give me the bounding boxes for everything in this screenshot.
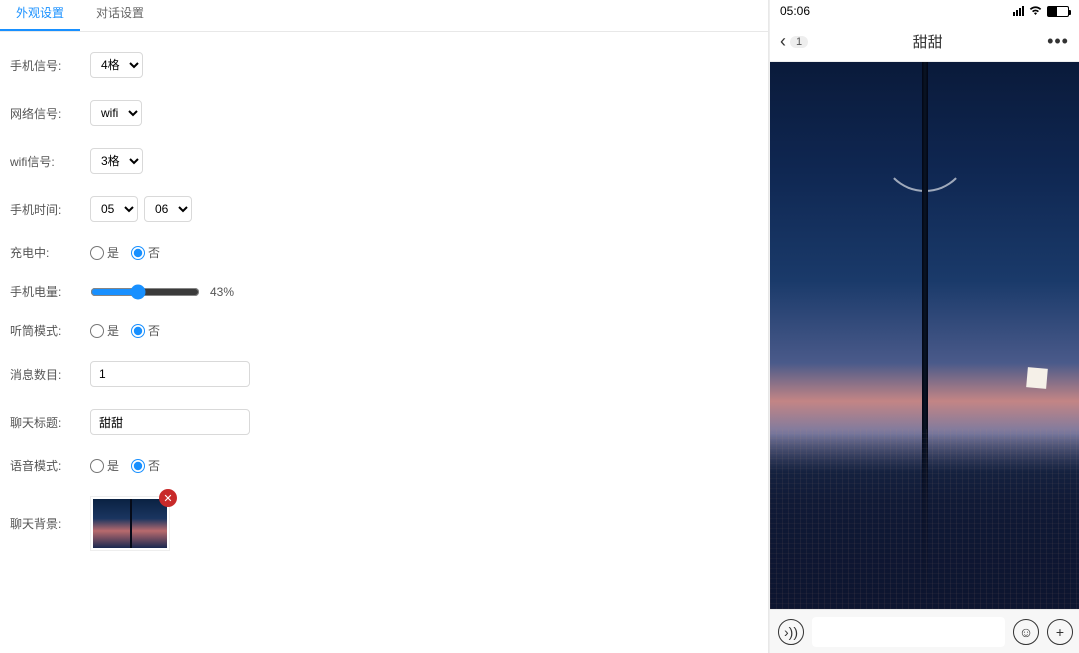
label-phone-signal: 手机信号: [10, 57, 90, 74]
radio-label-yes: 是 [107, 457, 119, 474]
label-phone-time: 手机时间: [10, 201, 90, 218]
input-message-count[interactable] [90, 361, 250, 387]
row-charging: 充电中: 是 否 [10, 244, 758, 261]
radio-charging-no[interactable]: 否 [131, 244, 160, 261]
tabs: 外观设置 对话设置 [0, 0, 768, 32]
radio-label-yes: 是 [107, 244, 119, 261]
statusbar-right [1013, 4, 1069, 19]
nav-back[interactable]: ‹ 1 [780, 31, 808, 52]
settings-panel: 外观设置 对话设置 手机信号: 4格 网络信号: wifi wifi信号: 3格… [0, 0, 769, 653]
back-chevron-icon: ‹ [780, 31, 786, 52]
chat-input-bar: ›)) ☺ + [770, 609, 1079, 653]
input-chat-title[interactable] [90, 409, 250, 435]
chat-text-input[interactable] [812, 617, 1005, 647]
select-minute[interactable]: 06 [144, 196, 192, 222]
row-phone-time: 手机时间: 05 06 [10, 196, 758, 222]
row-phone-signal: 手机信号: 4格 [10, 52, 758, 78]
settings-form: 手机信号: 4格 网络信号: wifi wifi信号: 3格 手机时间: 05 … [0, 32, 768, 593]
radio-voice-yes[interactable]: 是 [90, 457, 119, 474]
row-network-signal: 网络信号: wifi [10, 100, 758, 126]
select-phone-signal[interactable]: 4格 [90, 52, 143, 78]
radio-earpiece: 是 否 [90, 322, 160, 339]
label-charging: 充电中: [10, 244, 90, 261]
battery-icon [1047, 6, 1069, 17]
label-chat-bg: 聊天背景: [10, 515, 90, 532]
bg-thumbnail-img [93, 499, 167, 548]
row-chat-title: 聊天标题: [10, 409, 758, 435]
row-battery: 手机电量: 43% [10, 283, 758, 300]
label-network-signal: 网络信号: [10, 105, 90, 122]
voice-icon[interactable]: ›)) [778, 619, 804, 645]
battery-percent: 43% [210, 285, 234, 299]
row-message-count: 消息数目: [10, 361, 758, 387]
cityscape-graphic [770, 429, 1079, 609]
radio-voice-mode: 是 否 [90, 457, 160, 474]
label-message-count: 消息数目: [10, 366, 90, 383]
chat-title: 甜甜 [913, 31, 943, 52]
radio-earpiece-yes[interactable]: 是 [90, 322, 119, 339]
row-voice-mode: 语音模式: 是 否 [10, 457, 758, 474]
radio-label-yes: 是 [107, 322, 119, 339]
label-earpiece: 听筒模式: [10, 322, 90, 339]
phone-preview: 05:06 ‹ 1 甜甜 ••• ›)) ☺ + [769, 0, 1079, 653]
row-chat-bg: 聊天背景: ✕ [10, 496, 758, 551]
slider-battery[interactable] [90, 284, 200, 300]
remove-bg-icon[interactable]: ✕ [159, 489, 177, 507]
radio-earpiece-no[interactable]: 否 [131, 322, 160, 339]
radio-label-no: 否 [148, 322, 160, 339]
row-earpiece: 听筒模式: 是 否 [10, 322, 758, 339]
chat-background [770, 62, 1079, 609]
radio-voice-no[interactable]: 否 [131, 457, 160, 474]
radio-label-no: 否 [148, 457, 160, 474]
select-wifi-signal[interactable]: 3格 [90, 148, 143, 174]
cellular-signal-icon [1013, 6, 1024, 16]
label-battery: 手机电量: [10, 283, 90, 300]
select-hour[interactable]: 05 [90, 196, 138, 222]
radio-charging: 是 否 [90, 244, 160, 261]
chat-navbar: ‹ 1 甜甜 ••• [770, 22, 1079, 62]
tab-appearance[interactable]: 外观设置 [0, 0, 80, 31]
more-icon[interactable]: ••• [1047, 31, 1069, 52]
row-wifi-signal: wifi信号: 3格 [10, 148, 758, 174]
unread-badge: 1 [790, 36, 808, 48]
bg-thumbnail[interactable]: ✕ [90, 496, 170, 551]
wifi-icon [1028, 4, 1043, 19]
statusbar-time: 05:06 [780, 4, 810, 18]
select-network-signal[interactable]: wifi [90, 100, 142, 126]
radio-charging-yes[interactable]: 是 [90, 244, 119, 261]
plus-icon[interactable]: + [1047, 619, 1073, 645]
emoji-icon[interactable]: ☺ [1013, 619, 1039, 645]
tab-dialog[interactable]: 对话设置 [80, 0, 160, 31]
label-voice-mode: 语音模式: [10, 457, 90, 474]
radio-label-no: 否 [148, 244, 160, 261]
sticky-note-graphic [1026, 367, 1048, 389]
label-wifi-signal: wifi信号: [10, 153, 90, 170]
statusbar: 05:06 [770, 0, 1079, 22]
label-chat-title: 聊天标题: [10, 414, 90, 431]
